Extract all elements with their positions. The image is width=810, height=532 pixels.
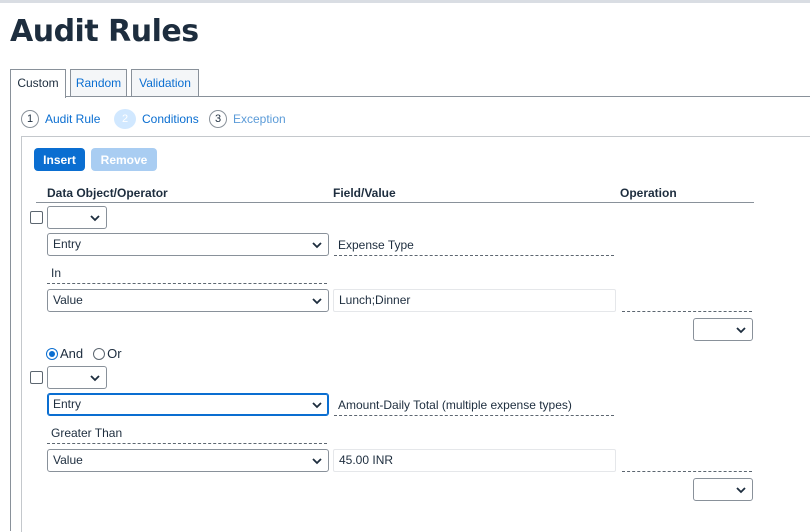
step-label: Audit Rule [45, 112, 101, 126]
step-label: Conditions [142, 112, 199, 126]
condition-2-value-input[interactable]: 45.00 INR [333, 449, 616, 472]
select-value: Entry [53, 397, 82, 411]
condition-1-operator[interactable]: In [47, 262, 327, 284]
select-value: Entry [53, 237, 82, 251]
condition-1-operation-field[interactable] [622, 290, 752, 312]
and-label: And [60, 346, 84, 361]
step-audit-rule[interactable]: 1 Audit Rule [21, 109, 100, 129]
step-number: 3 [209, 110, 227, 128]
condition-2-close-paren-select[interactable] [693, 478, 753, 501]
chevron-down-icon [312, 400, 322, 410]
chevron-down-icon [312, 240, 322, 250]
panel-border [10, 96, 11, 531]
tab-label: Validation [139, 76, 191, 90]
chevron-down-icon [312, 296, 322, 306]
page-title: Audit Rules [10, 14, 199, 49]
condition-2-data-object-select[interactable]: Entry [47, 393, 329, 416]
chevron-down-icon [736, 325, 746, 335]
top-border [0, 0, 810, 3]
condition-1-value-input[interactable]: Lunch;Dinner [333, 289, 616, 312]
condition-2-operation-field[interactable] [622, 450, 752, 472]
chevron-down-icon [312, 456, 322, 466]
tab-divider [10, 96, 810, 97]
logic-radio-group: And Or [46, 346, 122, 361]
and-radio[interactable] [46, 347, 58, 360]
condition-2-checkbox[interactable] [30, 371, 43, 384]
condition-1-value-type-select[interactable]: Value [47, 289, 329, 312]
or-radio[interactable] [93, 347, 106, 360]
or-label: Or [107, 346, 122, 361]
condition-1-data-object-select[interactable]: Entry [47, 233, 329, 256]
header-divider [36, 202, 754, 203]
tab-label: Custom [17, 76, 59, 90]
chevron-down-icon [90, 213, 100, 223]
step-label: Exception [233, 112, 286, 126]
condition-1-close-paren-select[interactable] [693, 318, 753, 341]
column-header-data-object: Data Object/Operator [47, 186, 168, 200]
condition-1-field[interactable]: Expense Type [334, 234, 614, 256]
condition-2-field[interactable]: Amount-Daily Total (multiple expense typ… [334, 394, 614, 416]
step-number: 2 [114, 109, 136, 129]
tab-validation[interactable]: Validation [131, 69, 199, 97]
tab-random[interactable]: Random [70, 69, 127, 97]
column-header-operation: Operation [620, 186, 677, 200]
step-exception[interactable]: 3 Exception [209, 109, 286, 129]
tab-label: Random [75, 76, 122, 90]
condition-1-checkbox[interactable] [30, 211, 43, 224]
condition-2-value-type-select[interactable]: Value [47, 449, 329, 472]
step-number: 1 [21, 110, 39, 128]
select-value: Value [53, 453, 83, 467]
step-conditions[interactable]: 2 Conditions [114, 109, 199, 129]
condition-2-paren-select[interactable] [47, 366, 107, 389]
remove-button[interactable]: Remove [91, 148, 157, 171]
chevron-down-icon [736, 485, 746, 495]
select-value: Value [53, 293, 83, 307]
condition-1-paren-select[interactable] [47, 206, 107, 229]
condition-2-operator[interactable]: Greater Than [47, 422, 327, 444]
column-header-field-value: Field/Value [333, 186, 396, 200]
tab-custom[interactable]: Custom [10, 69, 66, 98]
insert-button[interactable]: Insert [34, 148, 85, 171]
chevron-down-icon [90, 373, 100, 383]
